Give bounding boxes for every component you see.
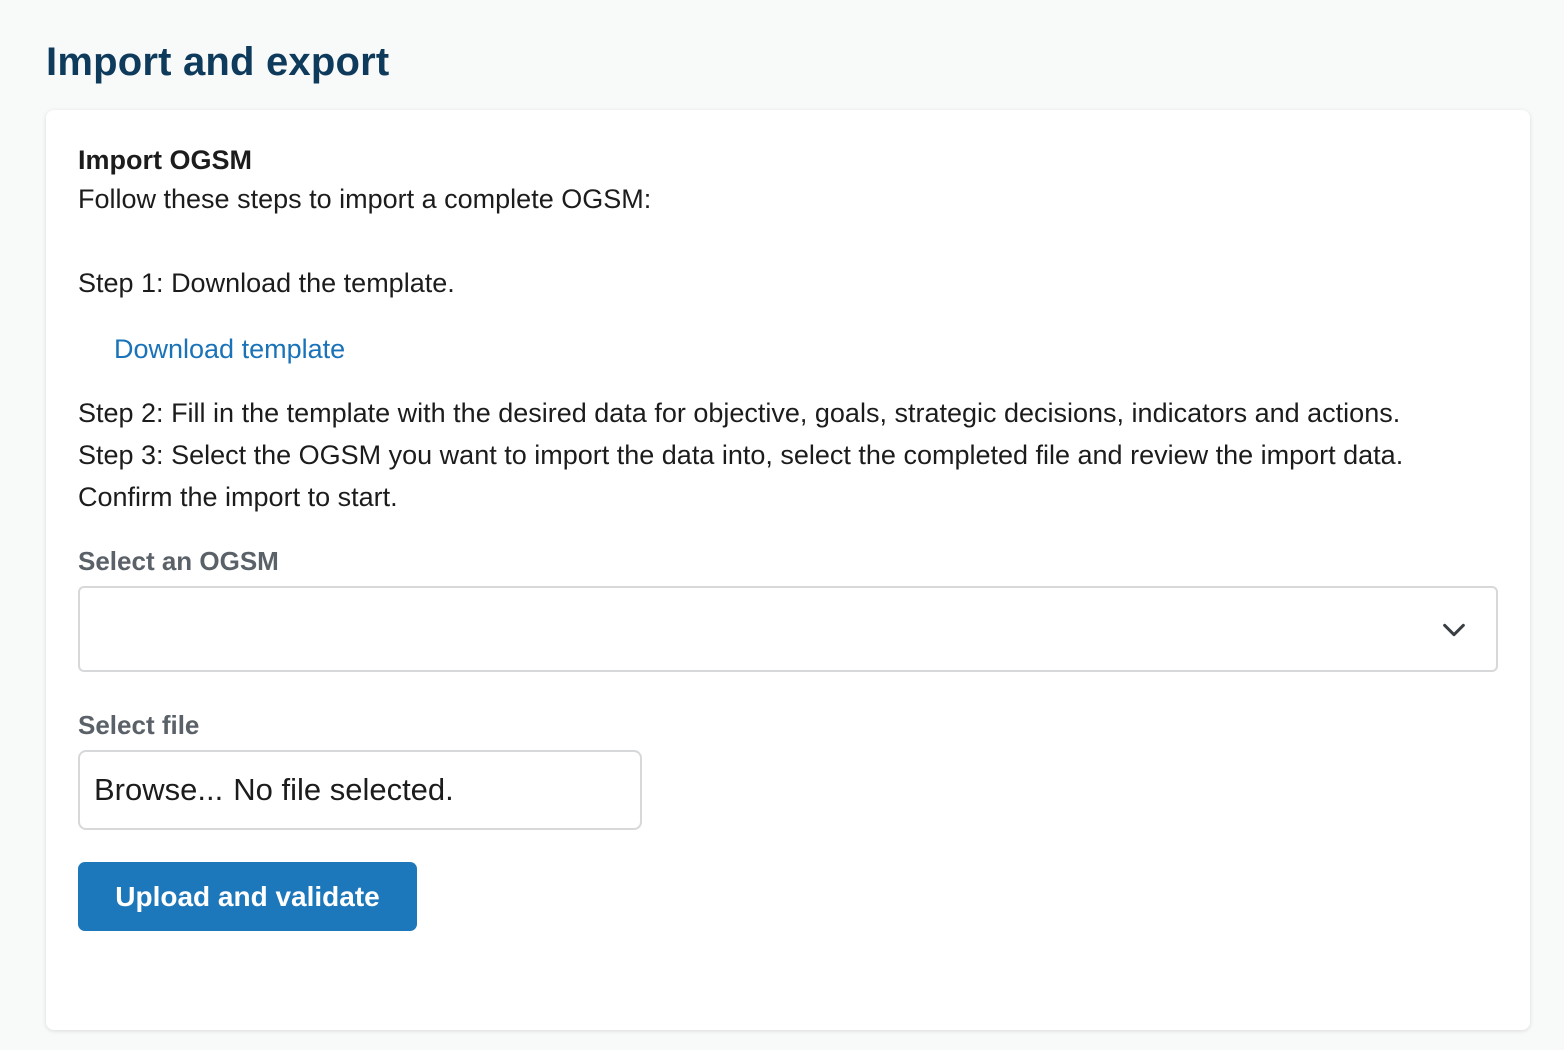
upload-and-validate-button[interactable]: Upload and validate [78, 862, 417, 931]
download-template-link[interactable]: Download template [114, 332, 345, 366]
file-input[interactable]: Browse... No file selected. [78, 750, 642, 830]
import-card: Import OGSM Follow these steps to import… [46, 110, 1530, 1030]
chevron-down-icon [1443, 623, 1465, 637]
select-ogsm-label: Select an OGSM [78, 546, 279, 576]
file-browse-button[interactable]: Browse... [94, 772, 223, 808]
page: Import and export Import OGSM Follow the… [0, 0, 1564, 1050]
ogsm-select[interactable] [78, 586, 1498, 672]
file-status-text: No file selected. [233, 772, 454, 807]
step-1-text: Step 1: Download the template. [78, 268, 455, 298]
page-title: Import and export [46, 40, 390, 84]
import-section-title: Import OGSM [78, 145, 252, 175]
import-intro-text: Follow these steps to import a complete … [78, 184, 652, 214]
step-3-text: Step 3: Select the OGSM you want to impo… [78, 440, 1404, 512]
step-2-text: Step 2: Fill in the template with the de… [78, 398, 1401, 428]
select-file-label: Select file [78, 710, 200, 740]
